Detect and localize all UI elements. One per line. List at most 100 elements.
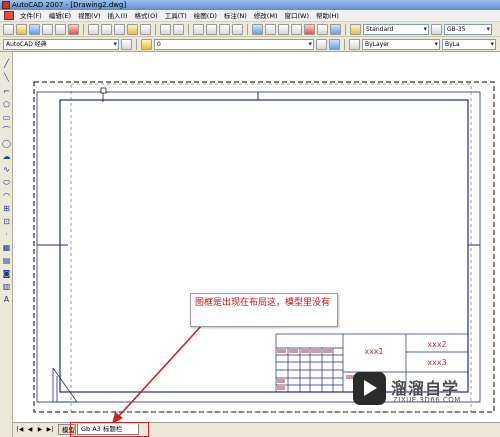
separator bbox=[83, 23, 84, 35]
menu-modify[interactable]: 修改(M) bbox=[251, 10, 281, 22]
workspace-settings-icon[interactable] bbox=[121, 38, 132, 50]
text-style-icon bbox=[350, 23, 361, 35]
revision-cloud-icon[interactable]: ☁ bbox=[1, 152, 12, 162]
menu-bar: 文件(F) 编辑(E) 视图(V) 插入(I) 格式(O) 工具(T) 绘图(D… bbox=[0, 10, 500, 22]
watermark-logo bbox=[353, 372, 386, 405]
table-icon[interactable]: ▥ bbox=[1, 282, 12, 292]
zoom-window-icon[interactable] bbox=[219, 23, 230, 35]
watermark-url: ZIXUE.3D66.COM bbox=[393, 396, 461, 404]
ellipse-arc-icon[interactable]: ◠ bbox=[1, 191, 12, 201]
hatch-icon[interactable]: ▦ bbox=[1, 243, 12, 253]
grip-square bbox=[100, 87, 107, 94]
arc-icon[interactable]: ⌒ bbox=[1, 126, 12, 136]
cut-icon[interactable] bbox=[88, 23, 99, 35]
new-icon[interactable] bbox=[3, 23, 14, 35]
separator bbox=[344, 38, 345, 50]
layer-select[interactable]: 0 bbox=[154, 38, 314, 50]
annotation-callout: 图框是出现在布局这，模型里没有 bbox=[190, 293, 338, 327]
menu-edit[interactable]: 编辑(E) bbox=[46, 10, 74, 22]
make-block-icon[interactable]: ⊡ bbox=[1, 217, 12, 227]
linetype-select[interactable]: ByLa bbox=[442, 38, 496, 50]
menu-dimension[interactable]: 标注(N) bbox=[221, 10, 250, 22]
play-icon bbox=[364, 380, 377, 396]
menu-tools[interactable]: 工具(T) bbox=[162, 10, 190, 22]
zoom-icon[interactable] bbox=[206, 23, 217, 35]
sheet-set-icon[interactable] bbox=[291, 23, 302, 35]
last-tab-icon[interactable]: ▶| bbox=[46, 426, 54, 434]
document-icon[interactable] bbox=[4, 11, 14, 20]
help-icon[interactable] bbox=[330, 23, 341, 35]
layout-tab-highlight bbox=[70, 422, 149, 437]
markup-icon[interactable] bbox=[304, 23, 315, 35]
block-editor-icon[interactable] bbox=[140, 23, 151, 35]
menu-view[interactable]: 视图(V) bbox=[75, 10, 104, 22]
line-icon[interactable]: ╱ bbox=[1, 59, 12, 69]
print-preview-icon[interactable] bbox=[55, 23, 66, 35]
redo-icon[interactable] bbox=[173, 23, 184, 35]
separator bbox=[188, 23, 189, 35]
text-style-select[interactable]: Standard bbox=[363, 23, 429, 35]
open-icon[interactable] bbox=[16, 23, 27, 35]
standard-toolbar: Standard GB-35 bbox=[0, 22, 500, 37]
layout-tabs-bar: |◀ ◀ ▶ ▶| 模型 Gb A3 标题栏 bbox=[13, 422, 500, 437]
next-tab-icon[interactable]: ▶ bbox=[36, 426, 44, 434]
separator bbox=[247, 23, 248, 35]
title-bar: AutoCAD 2007 - [Drawing2.dwg] bbox=[0, 0, 500, 10]
viewport-outline bbox=[70, 83, 472, 413]
design-center-icon[interactable] bbox=[265, 23, 276, 35]
calculator-icon[interactable] bbox=[317, 23, 328, 35]
polygon-icon[interactable]: ⬠ bbox=[1, 100, 12, 110]
color-select[interactable]: ByLayer bbox=[362, 38, 440, 50]
polyline-icon[interactable]: ⌐ bbox=[1, 87, 12, 97]
tool-palettes-icon[interactable] bbox=[278, 23, 289, 35]
outer-frame bbox=[36, 91, 481, 403]
print-icon[interactable] bbox=[42, 23, 53, 35]
undo-icon[interactable] bbox=[160, 23, 171, 35]
zoom-previous-icon[interactable] bbox=[232, 23, 243, 35]
ellipse-icon[interactable]: ⬭ bbox=[1, 178, 12, 188]
layers-toolbar: AutoCAD 经典 0 ByLayer ByLa bbox=[0, 37, 500, 52]
title-field-1: xxx1 bbox=[364, 347, 383, 356]
insert-block-icon[interactable]: ⊞ bbox=[1, 204, 12, 214]
gradient-icon[interactable]: ▤ bbox=[1, 256, 12, 266]
prev-tab-icon[interactable]: ◀ bbox=[26, 426, 34, 434]
make-current-layer-icon[interactable] bbox=[316, 38, 327, 50]
pointer-arrow bbox=[117, 323, 204, 418]
circle-icon[interactable]: ◯ bbox=[1, 139, 12, 149]
inner-frame bbox=[59, 99, 469, 393]
drawing-canvas[interactable]: xxx1 xxx2 xxx3 bbox=[13, 52, 500, 422]
menu-help[interactable]: 帮助(H) bbox=[313, 10, 342, 22]
properties-icon[interactable] bbox=[252, 23, 263, 35]
menu-format[interactable]: 格式(O) bbox=[132, 10, 161, 22]
text-icon[interactable]: A bbox=[1, 295, 12, 305]
title-field-2: xxx2 bbox=[427, 340, 446, 349]
point-icon[interactable]: · bbox=[1, 230, 12, 240]
layout-drawing: xxx1 xxx2 xxx3 bbox=[33, 81, 495, 422]
menu-insert[interactable]: 插入(I) bbox=[105, 10, 131, 22]
rectangle-icon[interactable]: ▭ bbox=[1, 113, 12, 123]
menu-file[interactable]: 文件(F) bbox=[17, 10, 45, 22]
first-tab-icon[interactable]: |◀ bbox=[16, 426, 24, 434]
match-properties-icon[interactable] bbox=[127, 23, 138, 35]
window-title: AutoCAD 2007 - [Drawing2.dwg] bbox=[12, 1, 127, 9]
ucs-icon bbox=[52, 367, 78, 403]
menu-window[interactable]: 窗口(W) bbox=[281, 10, 312, 22]
construction-line-icon[interactable]: ╲ bbox=[1, 73, 12, 83]
color-swatch-icon bbox=[349, 38, 360, 50]
save-icon[interactable] bbox=[29, 23, 40, 35]
layer-previous-icon[interactable] bbox=[329, 38, 340, 50]
copy-icon[interactable] bbox=[101, 23, 112, 35]
menu-draw[interactable]: 绘图(D) bbox=[191, 10, 220, 22]
region-icon[interactable]: ◙ bbox=[1, 269, 12, 279]
draw-toolbar: ╱ ╲ ⌐ ⬠ ▭ ⌒ ◯ ☁ ∿ ⬭ ◠ ⊞ ⊡ · ▦ ▤ ◙ ▥ A bbox=[0, 52, 13, 437]
workspace-select[interactable]: AutoCAD 经典 bbox=[3, 38, 119, 50]
app-icon bbox=[2, 1, 10, 9]
dim-style-select[interactable]: GB-35 bbox=[444, 23, 492, 35]
paste-icon[interactable] bbox=[114, 23, 125, 35]
layer-icon[interactable] bbox=[141, 38, 152, 50]
separator bbox=[345, 23, 346, 35]
pan-icon[interactable] bbox=[193, 23, 204, 35]
publish-icon[interactable] bbox=[68, 23, 79, 35]
dim-style-icon bbox=[431, 23, 442, 35]
spline-icon[interactable]: ∿ bbox=[1, 165, 12, 175]
